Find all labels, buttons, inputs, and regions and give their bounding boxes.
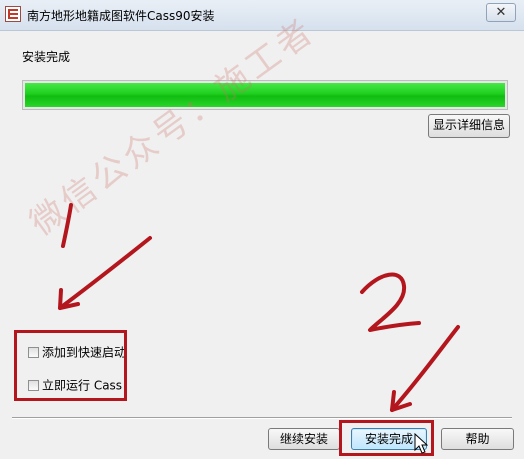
show-details-button[interactable]: 显示详细信息 bbox=[428, 114, 510, 138]
annotation-box-options bbox=[14, 330, 127, 401]
mouse-cursor-icon bbox=[414, 433, 428, 454]
annotation-arrow-one-shaft bbox=[58, 236, 152, 310]
install-status-label: 安装完成 bbox=[22, 50, 71, 64]
close-button[interactable]: ✕ bbox=[486, 3, 516, 22]
annotation-arrow-two-head bbox=[390, 390, 412, 412]
annotation-arrow-two-shaft bbox=[390, 325, 460, 412]
progress-fill bbox=[25, 83, 505, 107]
window-title: 南方地形地籍成图软件Cass90安装 bbox=[27, 9, 215, 23]
annotation-arrow-one-head bbox=[58, 288, 80, 310]
app-icon bbox=[5, 6, 21, 22]
continue-install-button[interactable]: 继续安装 bbox=[268, 428, 340, 450]
help-button[interactable]: 帮助 bbox=[441, 428, 514, 450]
footer-separator bbox=[12, 417, 512, 419]
watermark-text: 微信公众号：施工者 bbox=[22, 10, 323, 244]
annotation-number-two bbox=[360, 272, 421, 332]
